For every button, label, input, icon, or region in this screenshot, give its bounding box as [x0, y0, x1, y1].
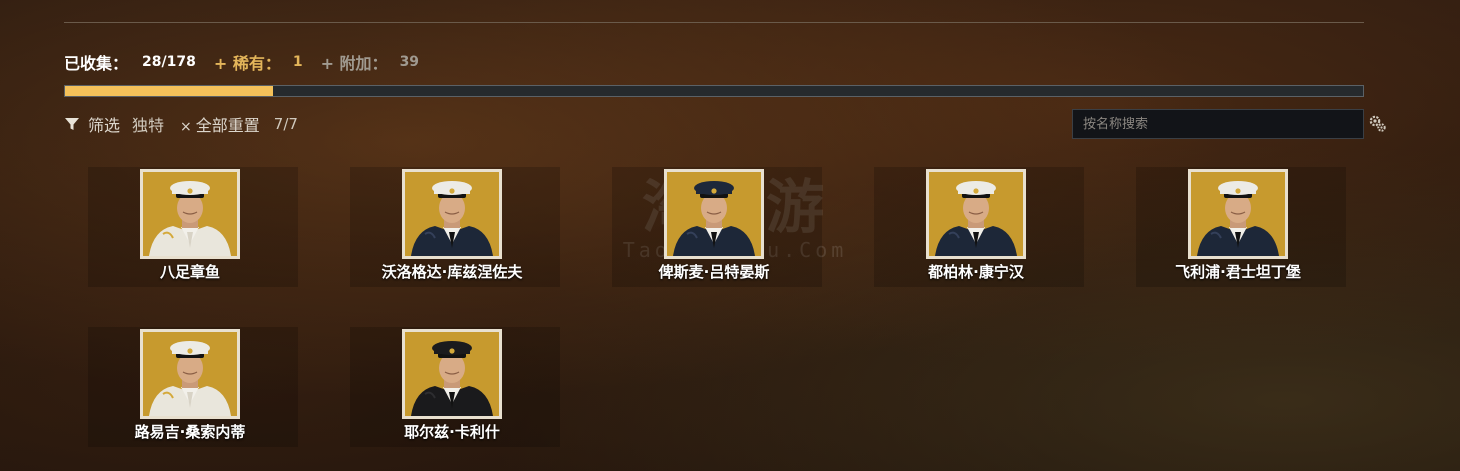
- commander-portrait[interactable]: [1188, 169, 1288, 259]
- collected-value: 28/178: [142, 54, 196, 70]
- commander-portrait[interactable]: [926, 169, 1026, 259]
- commander-card[interactable]: 路易吉·桑索内蒂: [64, 327, 324, 449]
- commander-name: 飞利浦·君士坦丁堡: [1175, 263, 1301, 281]
- collected-label: 已收集：: [64, 54, 129, 73]
- filter-button[interactable]: 筛选: [64, 112, 120, 136]
- reset-all-label: 全部重置: [195, 116, 260, 135]
- commander-portrait[interactable]: [140, 329, 240, 419]
- commander-name: 沃洛格达·库兹涅佐夫: [381, 263, 523, 281]
- commander-card[interactable]: 俾斯麦·吕特晏斯: [588, 167, 848, 289]
- commander-name: 耶尔兹·卡利什: [404, 423, 500, 441]
- commander-name: 俾斯麦·吕特晏斯: [658, 263, 770, 281]
- commander-name: 都柏林·康宁汉: [928, 263, 1024, 281]
- progress-fill: [65, 86, 273, 96]
- extra-label: + 附加：: [320, 54, 388, 73]
- commander-card[interactable]: 八足章鱼: [64, 167, 324, 289]
- reset-all-button[interactable]: × 全部重置: [180, 112, 260, 136]
- commander-portrait[interactable]: [402, 169, 502, 259]
- gear-icon[interactable]: [1368, 114, 1388, 134]
- commander-name: 路易吉·桑索内蒂: [134, 423, 246, 441]
- commander-name: 八足章鱼: [159, 263, 220, 281]
- filter-label: 筛选: [88, 116, 121, 135]
- search-input[interactable]: [1072, 109, 1364, 139]
- commander-portrait[interactable]: [402, 329, 502, 419]
- rare-label: + 稀有：: [213, 54, 281, 73]
- commander-portrait[interactable]: [140, 169, 240, 259]
- commander-card[interactable]: 都柏林·康宁汉: [850, 167, 1110, 289]
- commander-card[interactable]: 耶尔兹·卡利什: [326, 327, 586, 449]
- commander-card[interactable]: 沃洛格达·库兹涅佐夫: [326, 167, 586, 289]
- top-divider: [64, 22, 1364, 23]
- result-count: 7/7: [273, 115, 298, 133]
- collection-progress-bar: [64, 85, 1364, 97]
- filter-bar: 筛选 独特 × 全部重置 7/7: [64, 113, 298, 135]
- filter-tag-unique[interactable]: 独特: [132, 112, 164, 136]
- commander-card[interactable]: 飞利浦·君士坦丁堡: [1112, 167, 1372, 289]
- commander-portrait[interactable]: [664, 169, 764, 259]
- extra-value: 39: [399, 54, 420, 70]
- collection-stats: 已收集： 28/178 + 稀有： 1 + 附加： 39: [64, 52, 420, 73]
- rare-value: 1: [292, 54, 303, 70]
- close-icon: ×: [180, 119, 192, 135]
- funnel-icon: [65, 118, 79, 130]
